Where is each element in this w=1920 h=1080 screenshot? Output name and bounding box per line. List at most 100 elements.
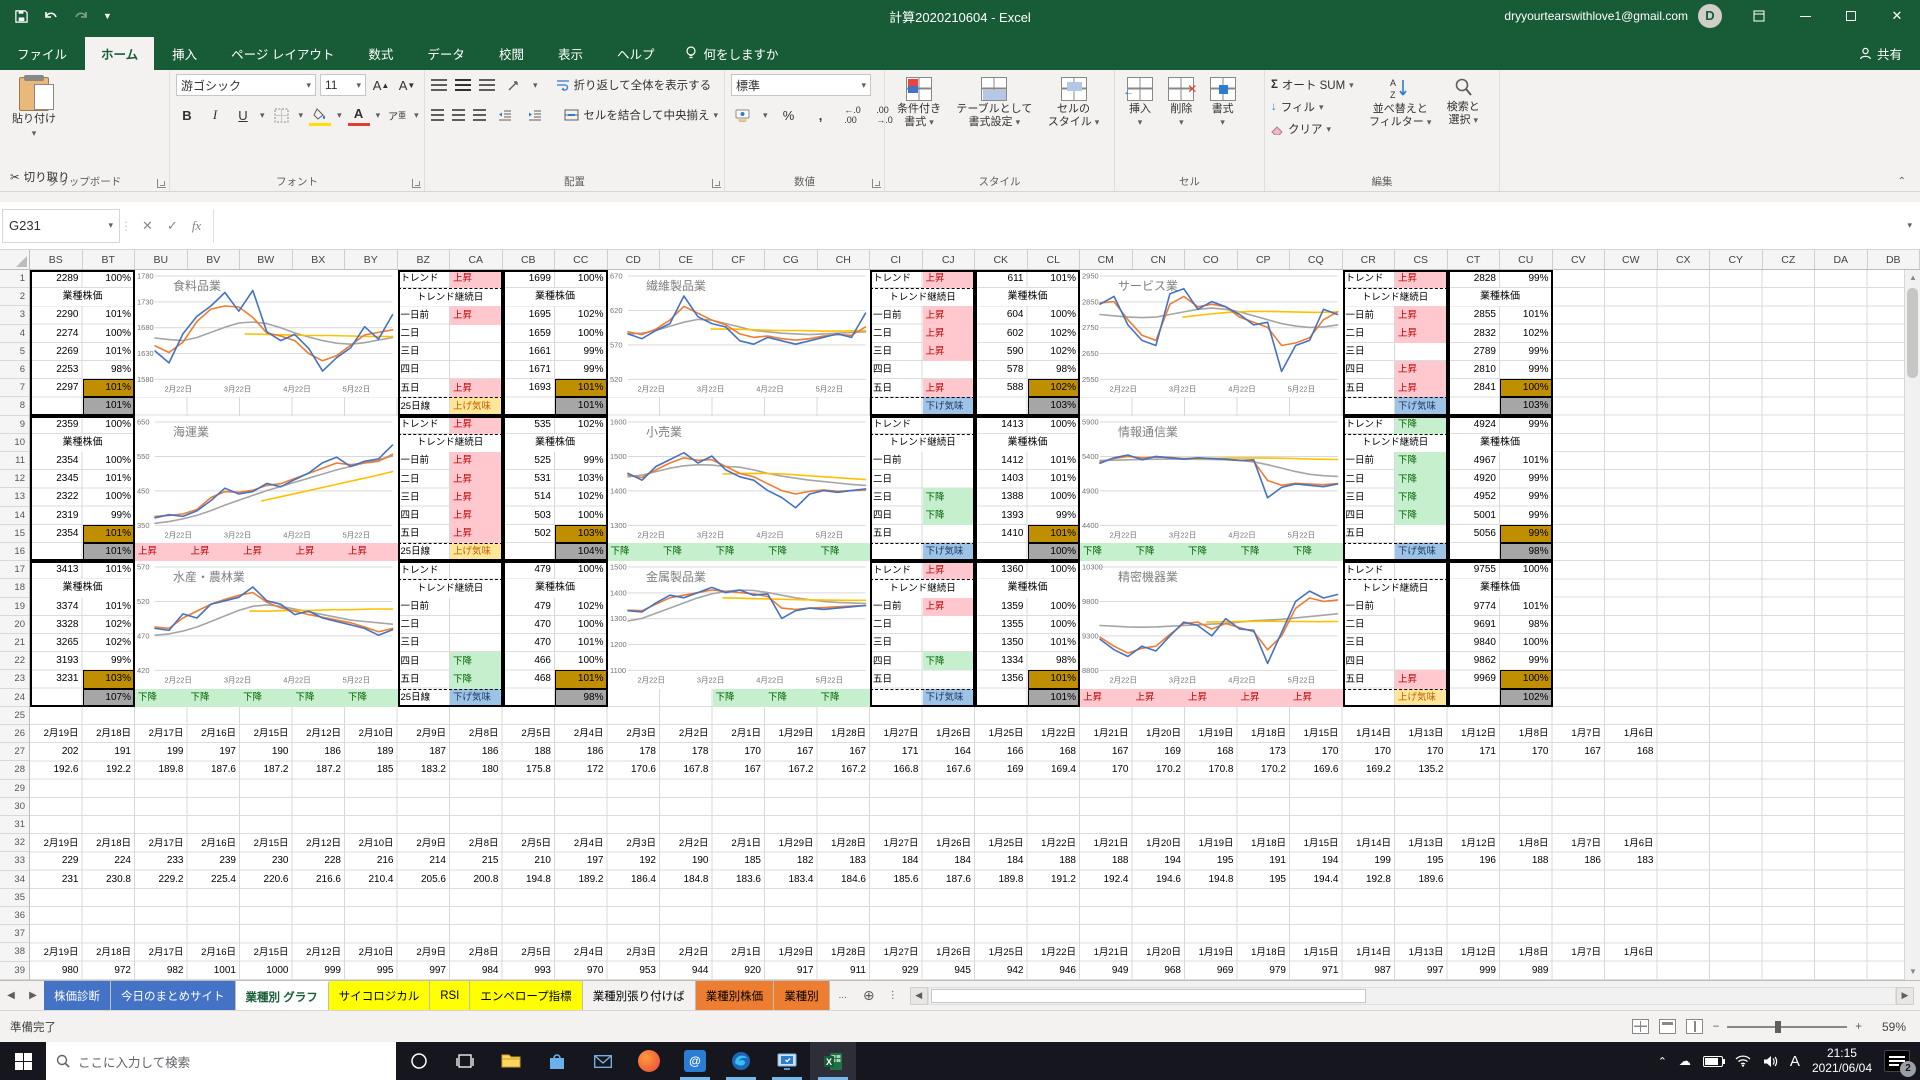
onedrive-cloud-icon[interactable]: ☁ (1679, 1054, 1691, 1068)
value-cell[interactable]: 167.6 (923, 761, 976, 779)
price-value-cell[interactable]: 2832 (1448, 325, 1501, 343)
trend-value-cell[interactable]: 下降 (1395, 452, 1448, 470)
price-ratio-cell[interactable]: 100% (1500, 379, 1553, 397)
value-cell[interactable]: 170 (1343, 743, 1396, 761)
column-header-CV[interactable]: CV (1553, 250, 1606, 270)
row-header-37[interactable]: 37 (0, 925, 29, 943)
date-cell[interactable]: 1月29日 (765, 943, 818, 961)
expand-formula-bar-icon[interactable]: ▾ (1899, 220, 1920, 231)
merge-center-button[interactable]: セルを結合して中央揃え▾ (564, 104, 718, 126)
share-button[interactable]: 共有 (1841, 37, 1920, 70)
price-value-cell[interactable]: 2828 (1448, 270, 1501, 288)
trend-strip-cell[interactable]: 上昇 (1133, 689, 1186, 707)
value-cell[interactable]: 229.2 (135, 871, 188, 889)
value-cell[interactable]: 215 (450, 852, 503, 870)
price-value-cell[interactable]: 2855 (1448, 306, 1501, 324)
row-header-31[interactable]: 31 (0, 816, 29, 834)
value-cell[interactable]: 189.8 (135, 761, 188, 779)
price-ratio-cell[interactable]: 103% (1028, 397, 1081, 415)
date-cell[interactable]: 2月18日 (83, 943, 136, 961)
tab-view[interactable]: 表示 (542, 37, 599, 70)
price-ratio-cell[interactable]: 100% (1028, 598, 1081, 616)
date-cell[interactable]: 1月20日 (1133, 943, 1186, 961)
price-ratio-cell[interactable]: 99% (1028, 507, 1081, 525)
date-cell[interactable]: 1月8日 (1500, 725, 1553, 743)
sector-chart[interactable]: 103009800930088002月22日3月22日4月22日5月22日精密機… (1080, 561, 1343, 688)
trend-label-cell[interactable]: トレンド (870, 270, 923, 288)
date-cell[interactable]: 1月7日 (1553, 834, 1606, 852)
value-cell[interactable]: 920 (713, 962, 766, 980)
trend-value-cell[interactable]: 上昇 (450, 379, 503, 397)
date-cell[interactable]: 1月7日 (1553, 943, 1606, 961)
trend-strip-cell[interactable]: 下降 (1080, 543, 1133, 561)
sheet-tab-3[interactable]: サイコロジカル (329, 981, 431, 1010)
date-cell[interactable]: 2月18日 (83, 725, 136, 743)
notification-center-icon[interactable]: 2 (1884, 1050, 1910, 1072)
price-value-cell[interactable]: 531 (503, 470, 556, 488)
value-cell[interactable]: 987 (1343, 962, 1396, 980)
column-header-CB[interactable]: CB (503, 250, 556, 270)
formula-input[interactable] (214, 209, 1899, 243)
date-cell[interactable]: 2月15日 (240, 725, 293, 743)
more-sheets-button[interactable]: ... (830, 981, 856, 1010)
trend-label-cell[interactable]: 一日前 (870, 598, 923, 616)
price-value-cell[interactable]: 1412 (975, 452, 1028, 470)
price-value-cell[interactable]: 588 (975, 379, 1028, 397)
value-cell[interactable]: 1000 (240, 962, 293, 980)
value-cell[interactable]: 979 (1238, 962, 1291, 980)
row-header-3[interactable]: 3 (0, 306, 29, 324)
zoom-thumb[interactable] (1775, 1021, 1781, 1033)
price-value-cell[interactable]: 3328 (30, 616, 83, 634)
price-value-cell[interactable]: 9691 (1448, 616, 1501, 634)
price-value-cell[interactable]: 3265 (30, 634, 83, 652)
price-value-cell[interactable]: 2322 (30, 488, 83, 506)
price-ratio-cell[interactable]: 101% (1028, 670, 1081, 688)
value-cell[interactable]: 195 (1185, 852, 1238, 870)
price-value-cell[interactable]: 2269 (30, 343, 83, 361)
price-ratio-cell[interactable]: 99% (1500, 525, 1553, 543)
date-cell[interactable]: 2月17日 (135, 725, 188, 743)
value-cell[interactable]: 169 (975, 761, 1028, 779)
price-ratio-cell[interactable]: 103% (555, 470, 608, 488)
row-header-18[interactable]: 18 (0, 579, 29, 597)
trend-label-cell[interactable]: 三日 (398, 343, 451, 361)
date-cell[interactable]: 1月29日 (765, 834, 818, 852)
date-cell[interactable]: 2月15日 (240, 834, 293, 852)
value-cell[interactable]: 971 (1290, 962, 1343, 980)
trend-label-cell[interactable]: 二日 (1343, 616, 1396, 634)
column-header-BW[interactable]: BW (240, 250, 293, 270)
price-ratio-cell[interactable]: 102% (1028, 343, 1081, 361)
date-cell[interactable]: 1月8日 (1500, 834, 1553, 852)
price-ratio-cell[interactable]: 101% (555, 397, 608, 415)
date-cell[interactable]: 1月26日 (923, 725, 976, 743)
sheet-tab-2[interactable]: 業種別 グラフ (236, 981, 329, 1010)
value-cell[interactable]: 167 (818, 743, 871, 761)
price-ratio-cell[interactable]: 100% (555, 325, 608, 343)
row-header-25[interactable]: 25 (0, 707, 29, 725)
price-ratio-cell[interactable]: 102% (1500, 689, 1553, 707)
price-value-cell[interactable]: 1360 (975, 561, 1028, 579)
sheet-tab-6[interactable]: 業種別張り付けば (583, 981, 696, 1010)
price-value-cell[interactable]: 2345 (30, 470, 83, 488)
close-button[interactable]: ✕ (1874, 0, 1920, 32)
price-ratio-cell[interactable]: 100% (1028, 543, 1081, 561)
price-ratio-cell[interactable]: 100% (83, 270, 136, 288)
price-ratio-cell[interactable]: 99% (1500, 416, 1553, 434)
price-ratio-cell[interactable]: 100% (555, 270, 608, 288)
trend-label-cell[interactable]: 25日線 (398, 543, 451, 561)
value-cell[interactable]: 187 (398, 743, 451, 761)
sheet-tab-5[interactable]: エンベロープ指標 (470, 981, 582, 1010)
row-header-26[interactable]: 26 (0, 725, 29, 743)
trend-value-cell[interactable]: 下げ気味 (1395, 397, 1448, 415)
row-header-34[interactable]: 34 (0, 871, 29, 889)
column-header-CR[interactable]: CR (1343, 250, 1396, 270)
redo-icon[interactable] (73, 9, 89, 23)
trend-strip-cell[interactable]: 上昇 (188, 543, 241, 561)
value-cell[interactable]: 189.2 (555, 871, 608, 889)
price-ratio-cell[interactable]: 100% (555, 616, 608, 634)
price-value-cell[interactable]: 1388 (975, 488, 1028, 506)
row-header-29[interactable]: 29 (0, 780, 29, 798)
price-ratio-cell[interactable]: 98% (83, 361, 136, 379)
price-ratio-cell[interactable]: 101% (83, 306, 136, 324)
value-cell[interactable]: 192.6 (30, 761, 83, 779)
